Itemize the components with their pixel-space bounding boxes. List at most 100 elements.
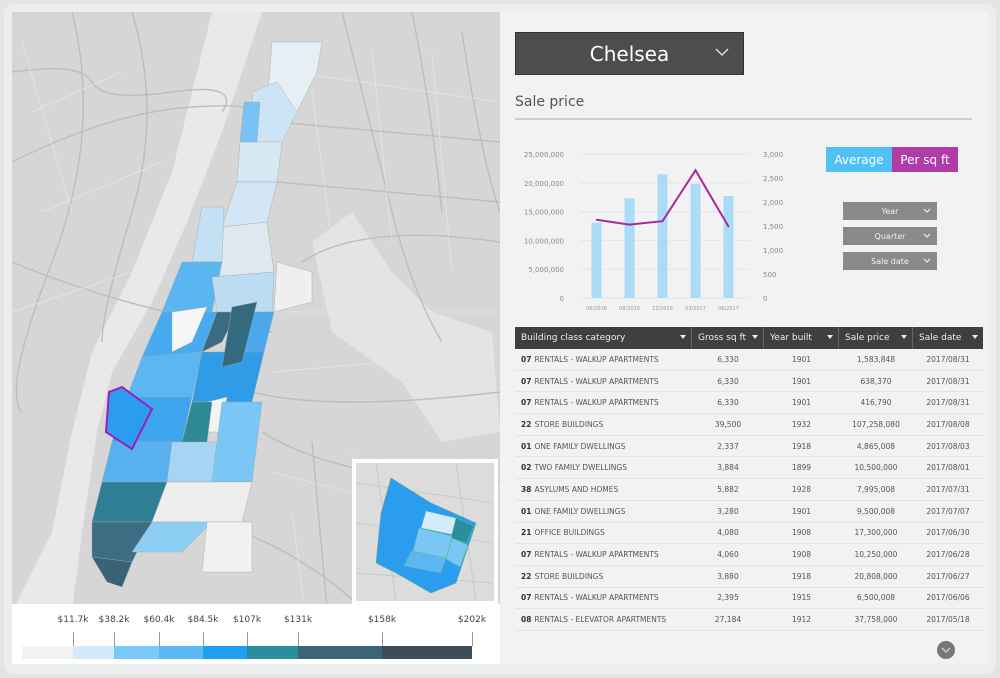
bar-average [591,222,602,298]
column-header-date[interactable]: Sale date [913,327,983,349]
category-name: RENTALS - WALKUP APARTMENTS [534,550,659,560]
cell-price: 20,808,000 [854,571,898,581]
per-sqft-toggle[interactable]: Per sq ft [892,147,958,172]
table-row[interactable]: 22 STORE BUILDINGS 3,880 1918 20,808,000 2017… [515,566,983,588]
table-row[interactable]: 07 RENTALS - WALKUP APARTMENTS 6,330 1901 41… [515,392,983,415]
y-left-tick-label: 5,000,000 [528,266,564,274]
neighborhood-select-value: Chelsea [589,41,670,66]
y-right-tick-label: 1,500 [763,223,783,231]
sort-arrow-icon [901,335,907,339]
year-filter[interactable]: Year [843,202,937,220]
cell-sqft: 6,330 [717,376,739,386]
cell-date: 2017/08/31 [926,376,970,386]
cell-category: 08 RENTALS - ELEVATOR APARTMENTS [515,609,692,630]
table-row[interactable]: 22 STORE BUILDINGS 39,500 1932 107,258,080 20… [515,414,983,436]
table-row[interactable]: 07 RENTALS - WALKUP APARTMENTS 6,330 1901 1,… [515,349,983,371]
y-right-tick-label: 1,000 [763,247,783,255]
cell-year: 1901 [791,354,812,364]
neighborhood-select[interactable]: Chelsea [515,32,744,75]
cell-sqft: 3,880 [717,571,739,581]
category-name: RENTALS - WALKUP APARTMENTS [534,376,659,386]
average-toggle[interactable]: Average [826,147,892,172]
y-right-tick-label: 3,000 [763,151,783,159]
category-code: 21 [521,528,532,538]
category-name: RENTALS - WALKUP APARTMENTS [534,354,659,364]
chevron-down-icon [923,233,931,238]
cell-price: 7,995,008 [856,484,896,494]
category-name: RENTALS - WALKUP APARTMENTS [534,398,659,408]
cell-year: 1915 [791,593,812,603]
x-tick-label: 03/2017 [685,306,706,312]
cell-sqft: 2,337 [717,441,739,451]
column-header-year[interactable]: Year built [764,327,839,349]
cell-category: 07 RENTALS - WALKUP APARTMENTS [515,349,692,370]
inset-map [352,459,498,605]
section-title: Sale price [515,94,585,110]
column-header-category[interactable]: Building class category [515,327,692,349]
sales-table: Building class category Gross sq ft Year… [515,327,983,631]
cell-price: 17,300,000 [854,528,898,538]
cell-sqft: 4,060 [717,550,739,560]
cell-sqft: 2,395 [717,593,739,603]
legend-label: $202k [457,615,487,625]
cell-price: 10,500,000 [854,463,898,473]
table-row[interactable]: 02 TWO FAMILY DWELLINGS 3,884 1899 10,500,00… [515,457,983,480]
table-row[interactable]: 07 RENTALS - WALKUP APARTMENTS 4,060 1908 10… [515,544,983,566]
cell-date: 2017/06/27 [926,571,970,581]
cell-sqft: 39,500 [714,419,742,429]
legend-label: $11.7k [57,615,89,625]
scroll-down-button[interactable] [937,641,955,659]
cell-date: 2017/07/31 [926,484,970,494]
point-per-sqft [694,169,697,172]
cell-date: 2017/06/28 [926,550,970,560]
chevron-down-icon [941,647,951,653]
table-row[interactable]: 21 OFFICE BUILDINGS 4,080 1908 17,300,000 201… [515,523,983,545]
legend-tick [247,632,248,646]
category-name: RENTALS - ELEVATOR APARTMENTS [534,615,667,625]
quarter-filter[interactable]: Quarter [843,227,937,245]
table-row[interactable]: 01 ONE FAMILY DWELLINGS 3,280 1901 9,500,008… [515,501,983,523]
cell-date: 2017/08/01 [926,463,970,473]
table-row[interactable]: 07 RENTALS - WALKUP APARTMENTS 6,330 1901 63… [515,371,983,393]
category-name: ONE FAMILY DWELLINGS [534,441,626,451]
category-name: TWO FAMILY DWELLINGS [534,463,627,473]
cell-category: 01 ONE FAMILY DWELLINGS [515,501,692,522]
details-panel: Chelsea Sale price 0 5,000,000 10,000,000 1… [500,12,988,664]
x-tick-label: 09/2016 [619,306,640,312]
cell-year: 1928 [791,484,812,494]
category-name: ONE FAMILY DWELLINGS [534,506,626,516]
inset-map-canvas [356,463,494,601]
category-code: 08 [521,615,532,625]
cell-category: 07 RENTALS - WALKUP APARTMENTS [515,392,692,413]
legend-swatch [73,646,114,659]
table-row[interactable]: 01 ONE FAMILY DWELLINGS 2,337 1918 4,865,008… [515,436,983,458]
legend-label: $158k [367,615,397,625]
legend-swatch [159,646,203,659]
category-name: ASYLUMS AND HOMES [534,484,619,494]
x-tick-label: 06/2016 [586,306,607,312]
column-header-label: Year built [770,333,812,343]
sale-date-filter[interactable]: Sale date [843,252,937,270]
cell-price: 37,758,000 [854,615,898,625]
table-row[interactable]: 07 RENTALS - WALKUP APARTMENTS 2,395 1915 6,… [515,588,983,610]
x-tick-label: 06/2017 [718,306,739,312]
legend-label: $60.4k [143,615,175,625]
cell-category: 07 RENTALS - WALKUP APARTMENTS [515,544,692,565]
category-code: 02 [521,463,532,473]
sort-arrow-icon [972,335,978,339]
table-row[interactable]: 08 RENTALS - ELEVATOR APARTMENTS 27,184 191… [515,609,983,631]
y-right-tick-label: 500 [763,271,776,279]
chevron-down-icon [923,258,931,263]
column-header-sqft[interactable]: Gross sq ft [692,327,764,349]
legend-label: $84.5k [187,615,219,625]
table-row[interactable]: 38 ASYLUMS AND HOMES 5,882 1928 7,995,008 201… [515,479,983,501]
cell-year: 1901 [791,398,812,408]
category-code: 22 [521,419,532,429]
cell-year: 1918 [791,571,812,581]
cell-price: 9,500,008 [856,506,896,516]
cell-category: 38 ASYLUMS AND HOMES [515,479,692,500]
cell-category: 02 TWO FAMILY DWELLINGS [515,457,692,478]
column-header-price[interactable]: Sale price [839,327,913,349]
cell-date: 2017/08/08 [926,419,970,429]
cell-category: 01 ONE FAMILY DWELLINGS [515,436,692,457]
